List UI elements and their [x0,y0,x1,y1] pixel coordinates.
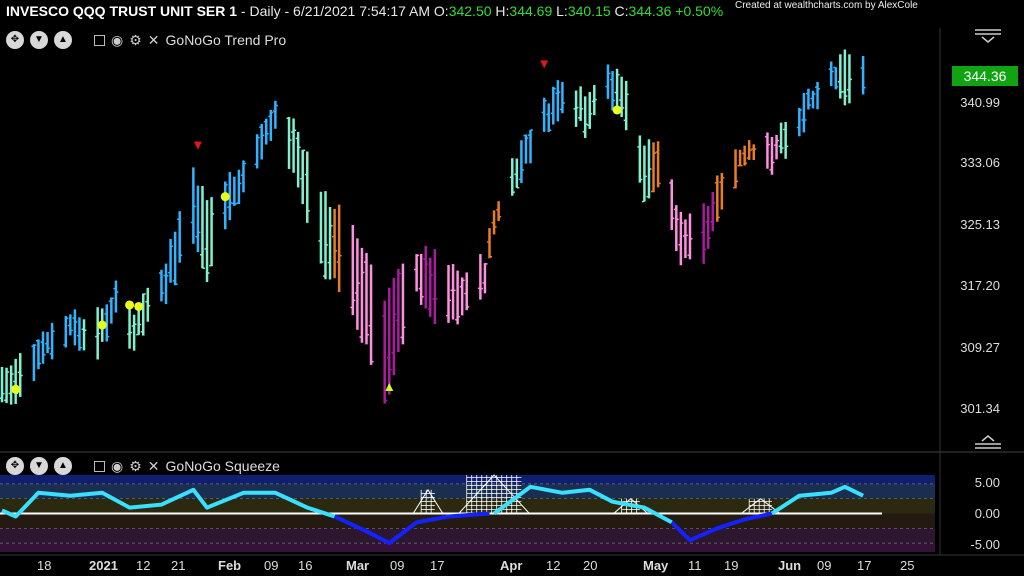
go-signal-dot [125,300,135,310]
x-tick-label: May [643,558,669,573]
x-tick-label: 12 [136,558,151,573]
x-tick-label: 16 [298,558,313,573]
up-triangle-marker [385,382,394,391]
chart-window: { "header": { "symbol": "INVESCO QQQ TRU… [0,0,1024,576]
chevron-up-icon[interactable]: ▲ [54,457,72,475]
eye-icon[interactable]: ◉ [111,32,123,49]
x-tick-label: 12 [546,558,561,573]
x-tick-label: 09 [264,558,279,573]
y-tick-label: 5.00 [974,475,1000,490]
low-label: L: [556,3,568,19]
x-tick-label: 2021 [89,558,118,573]
x-tick-label: 09 [817,558,832,573]
go-signal-dot [11,384,21,394]
trend-panel-controls: ✥ ▼ ▲ ◉ ⚙ ✕ GoNoGo Trend Pro [6,31,286,49]
header-info: - Daily - 6/21/2021 7:54:17 AM O: [237,3,449,19]
go-signal-dot [220,192,230,202]
squeeze-band [0,543,935,552]
down-triangle-marker [540,60,549,69]
go-signal-dot [612,105,622,115]
chart-header: INVESCO QQQ TRUST UNIT SER 1 - Daily - 6… [6,3,723,19]
y-tick-label: 309.27 [960,340,1000,355]
scale-handle-icon [975,435,1001,449]
x-tick-label: Feb [218,558,242,573]
x-tick-label: 09 [390,558,405,573]
x-tick-label: Apr [500,558,523,573]
chart-canvas [0,28,1024,556]
low-value: 340.15 [567,3,611,19]
last-price-label: 344.36 [952,66,1018,86]
x-tick-label: Jun [778,558,802,573]
close-value: 344.36 [628,3,672,19]
x-tick-label: 11 [688,558,702,573]
chevron-down-icon[interactable]: ▼ [30,457,48,475]
chevron-up-icon[interactable]: ▲ [54,31,72,49]
y-tick-label: 0.00 [974,506,1000,521]
gear-icon[interactable]: ⚙ [129,32,142,49]
squeeze-panel-controls: ✥ ▼ ▲ ◉ ⚙ ✕ GoNoGo Squeeze [6,457,280,475]
squeeze-band [0,475,935,484]
down-triangle-marker [193,141,202,150]
symbol-name: INVESCO QQQ TRUST UNIT SER 1 [6,3,238,19]
close-label: C: [614,3,629,19]
high-value: 344.69 [509,3,553,19]
move-icon[interactable]: ✥ [6,457,24,475]
close-icon[interactable]: ✕ [148,32,160,49]
y-tick-label: 301.34 [960,401,1000,416]
move-icon[interactable]: ✥ [6,31,24,49]
open-value: 342.50 [448,3,492,19]
y-tick-label: 340.99 [960,95,1000,110]
y-tick-label: 317.20 [960,278,1000,293]
x-tick-label: 21 [171,558,186,573]
high-label: H: [495,3,510,19]
x-tick-label: 20 [583,558,598,573]
collapse-icon[interactable] [94,34,105,46]
go-signal-dot [97,320,107,330]
close-icon[interactable]: ✕ [148,458,160,475]
gear-icon[interactable]: ⚙ [129,458,142,475]
change-value: +0.50% [675,3,724,19]
y-tick-label: -5.00 [970,537,1000,552]
x-tick-label: 17 [430,558,445,573]
collapse-icon[interactable] [94,460,105,472]
go-signal-dot [134,301,144,311]
squeeze-band [0,528,935,544]
x-tick-label: 19 [724,558,739,573]
x-tick-label: 17 [857,558,872,573]
y-tick-label: 333.06 [960,155,1000,170]
squeeze-panel-title: GoNoGo Squeeze [165,458,280,474]
x-tick-label: 25 [900,558,915,573]
eye-icon[interactable]: ◉ [111,458,123,475]
x-tick-label: Mar [346,558,370,573]
y-tick-label: 325.13 [960,217,1000,232]
trend-panel-title: GoNoGo Trend Pro [165,32,287,48]
credit-text: Created at wealthcharts.com by AlexCole [735,0,918,11]
x-tick-label: 18 [37,558,52,573]
chevron-down-icon[interactable]: ▼ [30,31,48,49]
scale-handle-icon [975,29,1001,43]
